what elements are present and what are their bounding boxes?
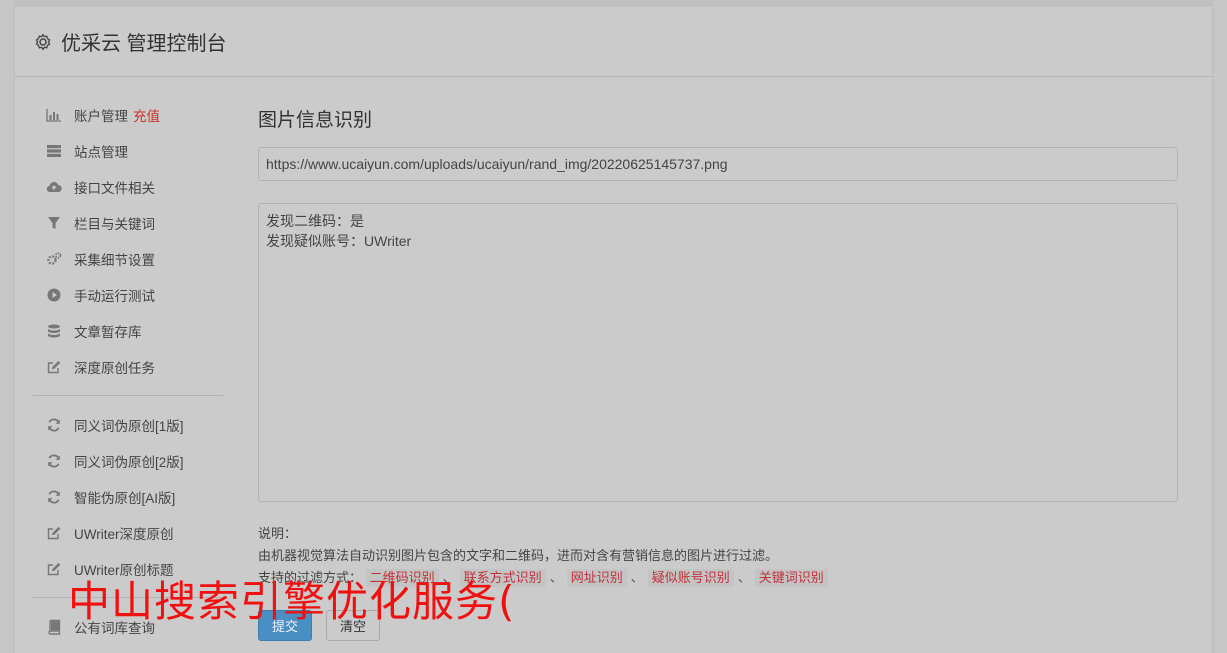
sidebar-item-deep-original-task[interactable]: 深度原创任务 <box>33 349 223 385</box>
sidebar-item-label: 账户管理 <box>74 109 128 124</box>
filter-icon <box>43 215 65 231</box>
left-strip <box>0 0 14 653</box>
refresh-icon <box>43 453 65 469</box>
filter-keyword[interactable]: 关键词识别 <box>754 569 828 587</box>
database-icon <box>43 323 65 339</box>
sidebar-item-article-store[interactable]: 文章暂存库 <box>33 313 223 349</box>
sidebar-item-label: 深度原创任务 <box>74 361 155 376</box>
sidebar-item-label: 智能伪原创[AI版] <box>74 491 176 506</box>
sidebar-item-label: 站点管理 <box>74 145 128 160</box>
filter-separator: 、 <box>630 570 644 585</box>
filter-separator: 、 <box>737 570 751 585</box>
sidebar-item-interface-files[interactable]: 接口文件相关 <box>33 169 223 205</box>
page-header: 优采云 管理控制台 <box>15 7 1212 77</box>
bar-chart-icon <box>43 107 65 123</box>
recharge-link[interactable]: 充值 <box>133 105 160 125</box>
sidebar-item-uwriter-deep[interactable]: UWriter深度原创 <box>33 515 223 551</box>
sidebar-item-label: 采集细节设置 <box>74 253 155 268</box>
sidebar-item-account[interactable]: 账户管理 充值 <box>33 97 223 133</box>
sidebar-item-label: 栏目与关键词 <box>74 217 155 232</box>
sidebar-item-label: 接口文件相关 <box>74 181 155 196</box>
filter-separator: 、 <box>549 570 563 585</box>
filter-suspected-account[interactable]: 疑似账号识别 <box>647 569 734 587</box>
refresh-icon <box>43 489 65 505</box>
sidebar-item-label: 文章暂存库 <box>74 325 142 340</box>
book-icon <box>43 619 65 635</box>
console-panel: 优采云 管理控制台 账户管理 充值 站点管理 接口文件相关 栏目与关键词 采集细… <box>14 7 1213 653</box>
image-url-input[interactable] <box>258 147 1178 181</box>
edit-icon <box>43 525 65 541</box>
sidebar-item-synonym-v1[interactable]: 同义词伪原创[1版] <box>33 407 223 443</box>
sidebar-item-ai-rewrite[interactable]: 智能伪原创[AI版] <box>33 479 223 515</box>
sidebar-divider <box>33 395 223 396</box>
edit-icon <box>43 359 65 375</box>
notes-heading: 说明： <box>258 526 298 541</box>
refresh-icon <box>43 417 65 433</box>
result-textarea[interactable]: 发现二维码：是 发现疑似账号：UWriter <box>258 203 1178 502</box>
server-icon <box>43 143 65 159</box>
sidebar-item-label: 同义词伪原创[1版] <box>74 419 184 434</box>
sidebar-item-label: UWriter深度原创 <box>74 527 174 542</box>
watermark-overlay: 中山搜索引擎优化服务( <box>68 577 516 626</box>
filter-url[interactable]: 网址识别 <box>566 569 627 587</box>
page-title: 优采云 管理控制台 <box>61 33 227 55</box>
sidebar-item-synonym-v2[interactable]: 同义词伪原创[2版] <box>33 443 223 479</box>
edit-icon <box>43 561 65 577</box>
section-title: 图片信息识别 <box>258 110 373 131</box>
top-strip <box>0 0 1227 7</box>
main-content: 图片信息识别 发现二维码：是 发现疑似账号：UWriter 说明： 由机器视觉算… <box>258 105 1178 641</box>
gears-icon <box>43 251 65 267</box>
right-strip <box>1213 0 1227 653</box>
sidebar-item-manual-test[interactable]: 手动运行测试 <box>33 277 223 313</box>
sidebar-item-label: 手动运行测试 <box>74 289 155 304</box>
gear-icon <box>33 32 53 52</box>
sidebar-item-sites[interactable]: 站点管理 <box>33 133 223 169</box>
cloud-upload-icon <box>43 179 65 195</box>
play-circle-icon <box>43 287 65 303</box>
sidebar-item-collection-settings[interactable]: 采集细节设置 <box>33 241 223 277</box>
notes-description: 由机器视觉算法自动识别图片包含的文字和二维码，进而对含有营销信息的图片进行过滤。 <box>258 548 779 563</box>
result-line: 发现二维码：是 <box>266 213 364 229</box>
sidebar-item-categories-keywords[interactable]: 栏目与关键词 <box>33 205 223 241</box>
sidebar: 账户管理 充值 站点管理 接口文件相关 栏目与关键词 采集细节设置 手动运行测试… <box>33 97 223 645</box>
sidebar-item-label: 同义词伪原创[2版] <box>74 455 184 470</box>
result-line: 发现疑似账号：UWriter <box>266 233 412 249</box>
